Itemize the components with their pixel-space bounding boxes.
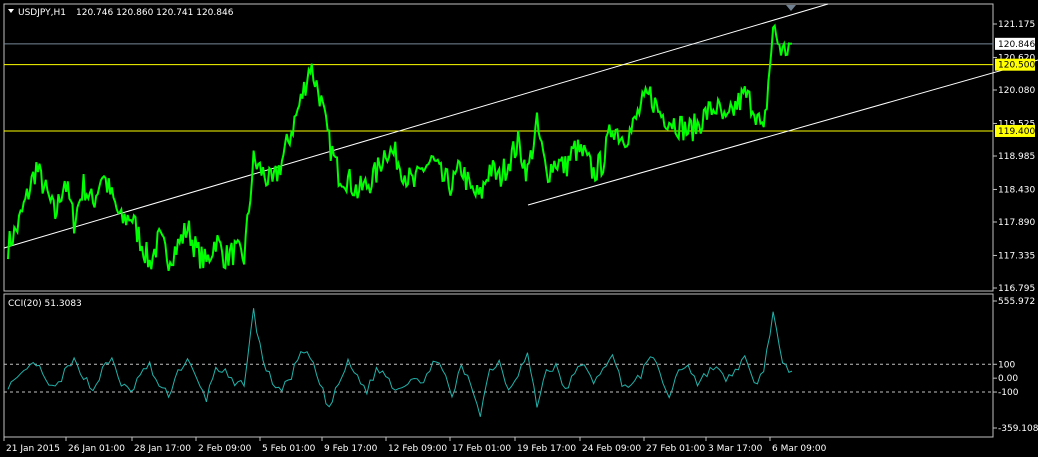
time-label-7: 17 Feb 01:00 bbox=[452, 444, 511, 454]
time-label-4: 5 Feb 01:00 bbox=[262, 444, 316, 454]
price-label-11: 116.795 bbox=[998, 284, 1035, 294]
symbol-title: USDJPY,H1 bbox=[18, 8, 66, 18]
time-label-8: 19 Feb 17:00 bbox=[517, 444, 576, 454]
cci-series bbox=[7, 308, 793, 417]
time-label-2: 28 Jan 17:00 bbox=[134, 444, 191, 454]
cci-label-2: 0.00 bbox=[998, 374, 1018, 384]
cci-label-0: 555.972 bbox=[998, 297, 1035, 307]
main-pane-frame bbox=[3, 3, 994, 292]
time-label-0: 21 Jan 2015 bbox=[6, 444, 60, 454]
cci-label-1: 100 bbox=[998, 360, 1015, 370]
time-label-3: 2 Feb 09:00 bbox=[198, 444, 252, 454]
ohlc-readout: 120.746 120.860 120.741 120.846 bbox=[76, 8, 234, 18]
time-label-5: 9 Feb 17:00 bbox=[324, 444, 378, 454]
period-separator-marker bbox=[786, 5, 796, 11]
price-label-4: 120.080 bbox=[998, 86, 1035, 96]
price-label-9: 117.890 bbox=[998, 218, 1035, 228]
time-label-9: 24 Feb 09:00 bbox=[582, 444, 641, 454]
cci-label-3: -100 bbox=[998, 388, 1019, 398]
chart-canvas: 121.175120.846120.620120.500120.080119.5… bbox=[3, 3, 1038, 454]
time-label-1: 26 Jan 01:00 bbox=[68, 444, 125, 454]
time-label-10: 27 Feb 01:00 bbox=[646, 444, 705, 454]
price-label-8: 118.430 bbox=[998, 185, 1035, 195]
cci-title: CCI(20) 51.3083 bbox=[8, 299, 82, 309]
time-label-6: 12 Feb 09:00 bbox=[388, 444, 447, 454]
price-label-1: 120.846 bbox=[998, 40, 1035, 50]
cci-label-4: -359.108 bbox=[998, 424, 1038, 434]
price-label-7: 118.985 bbox=[998, 152, 1035, 162]
cci-pane-frame bbox=[3, 293, 994, 438]
trendline-lower[interactable] bbox=[527, 59, 1038, 206]
price-label-0: 121.175 bbox=[998, 20, 1035, 30]
price-label-6: 119.400 bbox=[998, 127, 1035, 137]
price-series bbox=[7, 23, 793, 271]
header-dropdown-icon[interactable] bbox=[8, 9, 14, 13]
trendline-upper[interactable] bbox=[3, 3, 829, 249]
time-label-11: 3 Mar 17:00 bbox=[708, 444, 763, 454]
price-label-3: 120.500 bbox=[998, 61, 1035, 71]
price-label-10: 117.335 bbox=[998, 251, 1035, 261]
time-label-12: 6 Mar 09:00 bbox=[772, 444, 827, 454]
